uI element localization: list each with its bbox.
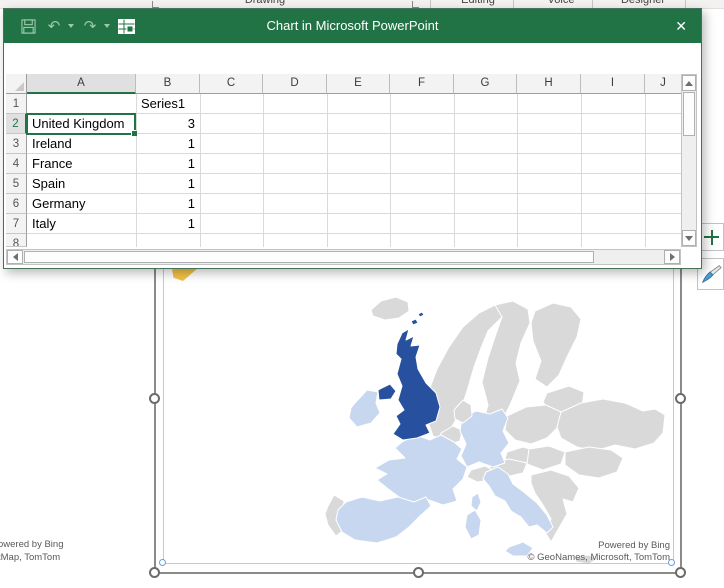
- window-title: Chart in Microsoft PowerPoint: [266, 18, 439, 33]
- column-header-h[interactable]: H: [517, 74, 581, 94]
- column-header-i[interactable]: I: [581, 74, 645, 94]
- column-header-a[interactable]: A: [27, 74, 136, 94]
- paintbrush-icon: [701, 265, 722, 284]
- column-headers: A B C D E F G H I J: [6, 74, 681, 94]
- slide-attribution-powered: owered by Bing: [0, 539, 64, 550]
- down-arrow-icon: [685, 235, 693, 241]
- ribbon-separator: [513, 0, 514, 8]
- cell-a7[interactable]: Italy: [27, 214, 136, 234]
- spreadsheet-area: A B C D E F G H I J 1 2 3 4 5 6 7 8 Seri…: [4, 43, 699, 266]
- vertical-scrollbar[interactable]: [681, 74, 697, 247]
- powerpoint-app: Drawing Editing Voice Designer Powered b…: [0, 0, 724, 588]
- ribbon-group-designer: Designer: [620, 0, 666, 6]
- resize-handle-left[interactable]: [149, 393, 160, 404]
- ribbon-separator: [592, 0, 593, 8]
- chart-plot-area-border: [163, 268, 674, 564]
- active-cell-selection[interactable]: [26, 113, 137, 136]
- cell-a4[interactable]: France: [27, 154, 136, 174]
- plus-icon: [704, 229, 719, 245]
- slide-attribution-credits: tMap, TomTom: [0, 552, 61, 563]
- resize-handle-bottom-left[interactable]: [149, 567, 160, 578]
- chart-area-handle[interactable]: [668, 559, 675, 566]
- column-header-f[interactable]: F: [390, 74, 454, 94]
- chart-area-handle[interactable]: [159, 559, 166, 566]
- cell-area[interactable]: Series1 United Kingdom 3 Ireland 1 Franc…: [26, 94, 681, 247]
- vertical-scroll-thumb[interactable]: [683, 92, 695, 136]
- cell-a5[interactable]: Spain: [27, 174, 136, 194]
- up-arrow-icon: [685, 80, 693, 86]
- cell-b7[interactable]: 1: [136, 214, 200, 234]
- row-header-1[interactable]: 1: [6, 94, 27, 114]
- column-header-j[interactable]: J: [645, 74, 681, 94]
- row-header-2[interactable]: 2: [6, 114, 27, 134]
- ribbon-separator: [685, 0, 686, 8]
- worksheet-grid[interactable]: A B C D E F G H I J 1 2 3 4 5 6 7 8 Seri…: [6, 74, 681, 247]
- chart-elements-button[interactable]: [699, 223, 724, 251]
- fill-handle[interactable]: [132, 131, 137, 136]
- cell-b2[interactable]: 3: [136, 114, 200, 134]
- row-header-4[interactable]: 4: [6, 154, 27, 174]
- cell-a3[interactable]: Ireland: [27, 134, 136, 154]
- scroll-up-button[interactable]: [682, 75, 696, 91]
- selection-border-right[interactable]: [680, 268, 682, 574]
- scroll-down-button[interactable]: [682, 230, 696, 246]
- selection-border-left[interactable]: [154, 268, 156, 574]
- ribbon-separator: [430, 0, 431, 8]
- excel-chart-data-window: ↶ ↷ Chart in Microsoft PowerPoint ✕ A B …: [3, 8, 702, 269]
- resize-handle-bottom-right[interactable]: [675, 567, 686, 578]
- horizontal-scrollbar[interactable]: [6, 249, 681, 265]
- row-header-6[interactable]: 6: [6, 194, 27, 214]
- cell-b5[interactable]: 1: [136, 174, 200, 194]
- ribbon-group-drawing: Drawing: [244, 0, 286, 6]
- resize-handle-right[interactable]: [675, 393, 686, 404]
- column-header-c[interactable]: C: [200, 74, 263, 94]
- cell-a6[interactable]: Germany: [27, 194, 136, 214]
- left-arrow-icon: [12, 253, 18, 261]
- resize-handle-bottom[interactable]: [413, 567, 424, 578]
- window-titlebar[interactable]: ↶ ↷ Chart in Microsoft PowerPoint ✕: [4, 9, 701, 43]
- select-all-corner[interactable]: [6, 74, 27, 94]
- close-button[interactable]: ✕: [675, 9, 687, 43]
- ribbon-group-editing: Editing: [461, 0, 495, 6]
- row-header-7[interactable]: 7: [6, 214, 27, 234]
- scroll-right-button[interactable]: [664, 250, 680, 264]
- dialog-launcher-icon[interactable]: [152, 1, 159, 8]
- dialog-launcher-icon[interactable]: [412, 1, 419, 8]
- column-header-e[interactable]: E: [327, 74, 390, 94]
- ribbon-group-voice: Voice: [547, 0, 575, 6]
- column-header-g[interactable]: G: [454, 74, 517, 94]
- row-header-5[interactable]: 5: [6, 174, 27, 194]
- close-icon: ✕: [675, 18, 687, 34]
- horizontal-scroll-thumb[interactable]: [24, 251, 594, 263]
- cell-b6[interactable]: 1: [136, 194, 200, 214]
- cell-b3[interactable]: 1: [136, 134, 200, 154]
- cell-b4[interactable]: 1: [136, 154, 200, 174]
- row-header-8[interactable]: 8: [6, 234, 27, 247]
- column-header-d[interactable]: D: [263, 74, 327, 94]
- row-header-3[interactable]: 3: [6, 134, 27, 154]
- column-header-b[interactable]: B: [136, 74, 200, 94]
- cell-b1[interactable]: Series1: [136, 94, 201, 114]
- row-headers: 1 2 3 4 5 6 7 8: [6, 94, 27, 247]
- right-arrow-icon: [669, 253, 675, 261]
- scroll-left-button[interactable]: [7, 250, 23, 264]
